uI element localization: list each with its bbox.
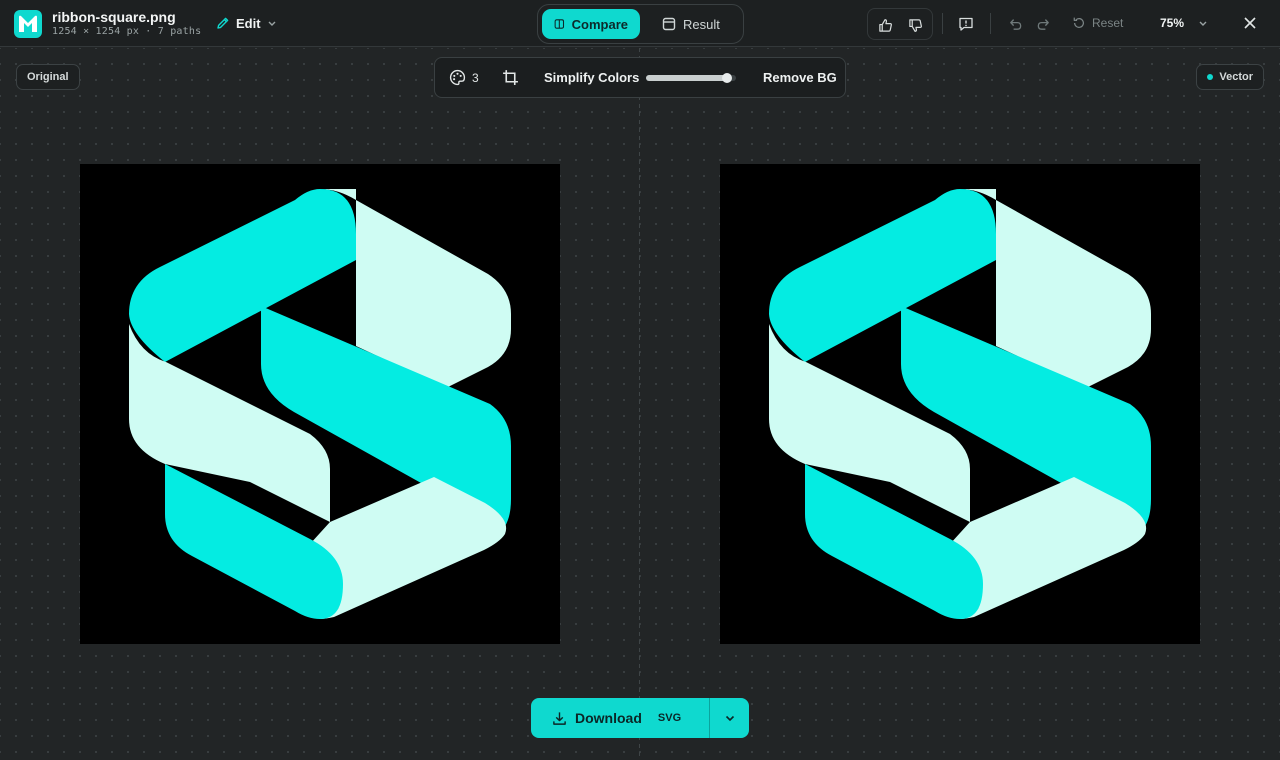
status-dot (1207, 74, 1214, 80)
divider (990, 13, 991, 34)
download-control: Download SVG (531, 698, 749, 738)
redo-icon (1037, 18, 1049, 30)
thumbs-down-icon (908, 18, 922, 32)
zoom-level: 75% (1160, 16, 1185, 30)
file-info: ribbon-square.png 1254 × 1254 px · 7 pat… (52, 9, 201, 37)
reset-button[interactable]: Reset (1072, 14, 1123, 32)
tab-compare-label: Compare (571, 16, 628, 32)
download-button[interactable]: Download SVG (531, 698, 709, 738)
divider (942, 13, 943, 34)
edit-button[interactable]: Edit (216, 13, 277, 33)
thumbs-up-button[interactable] (874, 14, 896, 36)
edit-label: Edit (236, 15, 261, 31)
original-label: Original (27, 71, 69, 83)
edit-toolbar: 3 Simplify Colors Remove BG (434, 57, 846, 98)
download-icon (553, 711, 566, 725)
report-button[interactable] (955, 13, 977, 35)
download-label: Download (575, 710, 642, 726)
palette-icon (449, 69, 466, 86)
message-alert-icon (959, 17, 973, 31)
vector-preview (720, 164, 1200, 644)
thumbs-down-button[interactable] (904, 14, 926, 36)
download-options-button[interactable] (710, 698, 749, 738)
thumbs-up-icon (878, 18, 892, 32)
undo-button[interactable] (1005, 14, 1025, 34)
tab-compare[interactable]: Compare (542, 9, 640, 39)
undo-icon (1009, 18, 1021, 30)
tab-result[interactable]: Result (650, 9, 732, 39)
top-bar: ribbon-square.png 1254 × 1254 px · 7 pat… (0, 0, 1280, 47)
compare-divider[interactable] (639, 48, 640, 760)
reset-label: Reset (1092, 16, 1124, 30)
chevron-down-icon (1199, 21, 1207, 26)
chevron-down-icon (268, 21, 276, 26)
zoom-dropdown[interactable]: 75% (1160, 14, 1208, 32)
vector-label: Vector (1219, 71, 1253, 83)
ribbon-logo-vector (769, 189, 1151, 619)
pencil-icon (217, 17, 229, 29)
original-preview (80, 164, 560, 644)
color-count: 3 (472, 70, 479, 85)
file-name: ribbon-square.png (52, 9, 176, 25)
vector-label-chip: Vector (1196, 64, 1264, 90)
window-icon (662, 17, 676, 31)
color-count-button[interactable]: 3 (449, 69, 479, 86)
file-meta: 1254 × 1254 px · 7 paths (52, 26, 202, 37)
original-label-chip: Original (16, 64, 80, 90)
close-icon (1244, 17, 1256, 29)
redo-button[interactable] (1033, 14, 1053, 34)
remove-bg-button[interactable]: Remove BG (763, 70, 837, 85)
feedback-group (867, 8, 933, 40)
chevron-down-icon (725, 715, 734, 722)
slider-thumb[interactable] (722, 73, 732, 83)
crop-button[interactable] (502, 69, 519, 91)
close-button[interactable] (1240, 13, 1260, 33)
columns-icon (554, 19, 565, 29)
slider-fill (646, 75, 727, 81)
simplify-colors-slider[interactable] (646, 73, 736, 83)
ribbon-logo-original (129, 189, 511, 619)
crop-icon (503, 70, 518, 85)
download-format: SVG (657, 712, 682, 724)
simplify-colors-label: Simplify Colors (544, 70, 640, 85)
app-logo-icon[interactable] (14, 10, 42, 38)
rotate-ccw-icon (1073, 17, 1084, 28)
view-mode-toggle: Compare Result (537, 4, 744, 44)
tab-result-label: Result (683, 16, 720, 32)
